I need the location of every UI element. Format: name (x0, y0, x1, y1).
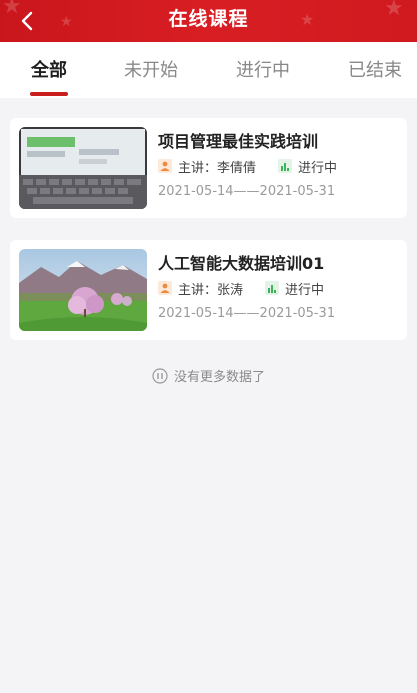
tab-ended[interactable]: 已结束 (338, 42, 412, 98)
tab-all[interactable]: 全部 (20, 42, 78, 98)
lecturer-icon (158, 281, 172, 295)
course-card[interactable]: 项目管理最佳实践培训 主讲：李倩倩 进行中 2021-05-14——2021-0… (10, 118, 407, 218)
page-title: 在线课程 (168, 8, 249, 30)
tab-not-started[interactable]: 未开始 (114, 42, 188, 98)
tab-label: 未开始 (124, 60, 178, 81)
course-meta: 主讲：张涛 进行中 (158, 278, 324, 298)
tab-label: 进行中 (236, 60, 290, 81)
course-dates: 2021-05-14——2021-05-31 (158, 306, 336, 321)
course-thumbnail (19, 249, 147, 331)
lecturer-name: 主讲：张涛 (178, 282, 244, 298)
blossom-landscape-image (19, 249, 147, 331)
info-circle-icon (152, 367, 168, 384)
status-chart-icon (265, 281, 280, 295)
laptop-screen-image (19, 127, 147, 209)
course-status: 进行中 (285, 282, 325, 298)
course-title: 人工智能大数据培训01 (158, 254, 325, 273)
active-tab-indicator (30, 92, 68, 96)
tab-label: 已结束 (348, 60, 402, 81)
course-status: 进行中 (298, 160, 338, 176)
lecturer-name: 主讲：李倩倩 (178, 160, 257, 176)
no-more-text: 没有更多数据了 (173, 370, 265, 385)
course-thumbnail (19, 127, 147, 209)
lecturer-icon (158, 159, 172, 173)
tab-label: 全部 (31, 60, 67, 81)
status-chart-icon (278, 159, 293, 173)
status-tabs: 全部 未开始 进行中 已结束 (0, 42, 417, 98)
tab-in-progress[interactable]: 进行中 (226, 42, 300, 98)
course-title: 项目管理最佳实践培训 (158, 132, 319, 151)
course-dates: 2021-05-14——2021-05-31 (158, 184, 336, 199)
no-more-data-note: 没有更多数据了 (0, 366, 417, 385)
course-meta: 主讲：李倩倩 进行中 (158, 156, 337, 176)
course-card[interactable]: 人工智能大数据培训01 主讲：张涛 进行中 2021-05-14——2021-0… (10, 240, 407, 340)
app-header: ★ ★ ★ ★ 在线课程 (0, 0, 417, 42)
